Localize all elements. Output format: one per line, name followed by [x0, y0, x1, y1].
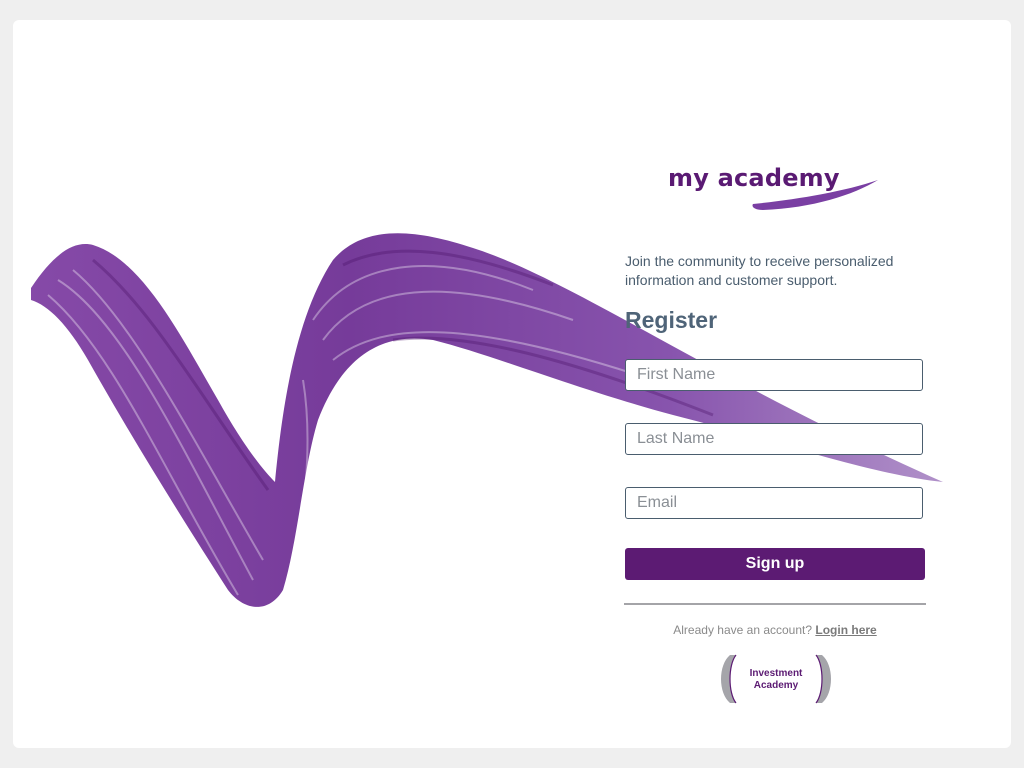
badge-line1: Investment: [749, 668, 803, 679]
sign-up-button[interactable]: Sign up: [625, 548, 925, 580]
logo-text: my academy: [668, 164, 840, 192]
page-title: Register: [625, 307, 718, 333]
divider: [624, 603, 926, 605]
register-card: my academy Join the community to receive…: [13, 20, 1011, 748]
email-field[interactable]: [625, 487, 923, 519]
my-academy-logo: my academy: [663, 160, 883, 220]
login-prompt-row: Already have an account? Login here: [625, 623, 925, 637]
login-prompt-text: Already have an account?: [673, 623, 813, 637]
last-name-field[interactable]: [625, 423, 923, 455]
badge-line2: Academy: [753, 680, 799, 691]
investment-academy-badge: Investment Academy: [716, 653, 836, 705]
first-name-field[interactable]: [625, 359, 923, 391]
login-link[interactable]: Login here: [815, 623, 876, 637]
badge-text: Investment Academy: [716, 668, 836, 692]
intro-text: Join the community to receive personaliz…: [625, 253, 894, 288]
